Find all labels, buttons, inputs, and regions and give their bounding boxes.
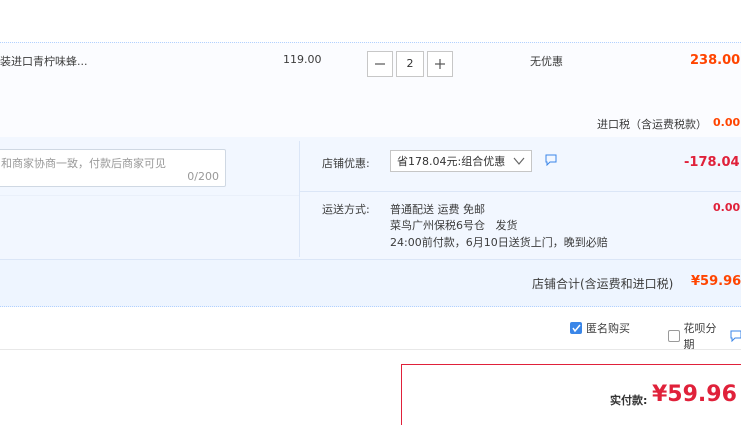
memo-placeholder: 和商家协商一致，付款后商家可见 [1,157,166,170]
shipping-method: 普通配送 运费 免邮 [390,203,485,216]
quantity-stepper[interactable]: 2 [367,51,453,77]
chat-bubble-icon [730,330,741,342]
chat-bubble-icon [545,154,557,167]
import-tax-label: 进口税（含运费税款） [597,118,707,131]
item-discount: 无优惠 [530,55,563,68]
divider [299,141,300,257]
item-unit-price: 119.00 [283,53,322,66]
checkmark-icon [572,324,581,333]
anonymous-checkbox[interactable] [570,322,582,334]
anonymous-label: 匿名购买 [586,322,630,335]
shop-total-value: ¥59.96 [691,274,741,289]
chevron-down-icon [513,157,525,165]
minus-icon [374,63,385,65]
buyer-memo-field[interactable]: 和商家协商一致，付款后商家可见 0/200 [0,149,226,187]
divider [300,191,741,192]
item-name[interactable]: 装进口青柠味蜂... [0,53,88,69]
shop-discount-select[interactable]: 省178.04元:组合优惠 [390,150,532,172]
payment-label: 实付款: [610,394,648,407]
memo-char-count: 0/200 [187,170,219,183]
anonymous-purchase-option[interactable]: 匿名购买 [570,320,630,336]
shipping-promise: 24:00前付款，6月10日送货上门，晚到必赔 [390,236,608,249]
shop-discount-value: -178.04 [684,155,740,170]
shipping-value: 0.00 [713,201,741,214]
import-tax-value: 0.00 [713,116,741,129]
shipping-label: 运送方式: [322,203,370,216]
increase-button[interactable] [427,51,453,77]
payment-amount: ¥59.96 [652,382,737,407]
divider [0,195,299,196]
item-subtotal: 238.00 [690,53,741,68]
shop-discount-label: 店铺优惠: [322,157,370,170]
huabei-installment-option[interactable]: 花呗分期 [668,320,741,352]
shipping-warehouse: 菜鸟广州保税6号仓 发货 [390,219,518,232]
plus-icon [435,59,446,69]
discount-info-icon[interactable] [545,154,557,169]
decrease-button[interactable] [367,51,393,77]
quantity-input[interactable]: 2 [395,51,425,77]
shop-total-label: 店铺合计(含运费和进口税) [532,277,674,291]
shop-discount-selected: 省178.04元:组合优惠 [397,155,506,168]
huabei-label: 花呗分期 [683,322,717,351]
divider [0,349,741,350]
huabei-checkbox[interactable] [668,330,680,342]
